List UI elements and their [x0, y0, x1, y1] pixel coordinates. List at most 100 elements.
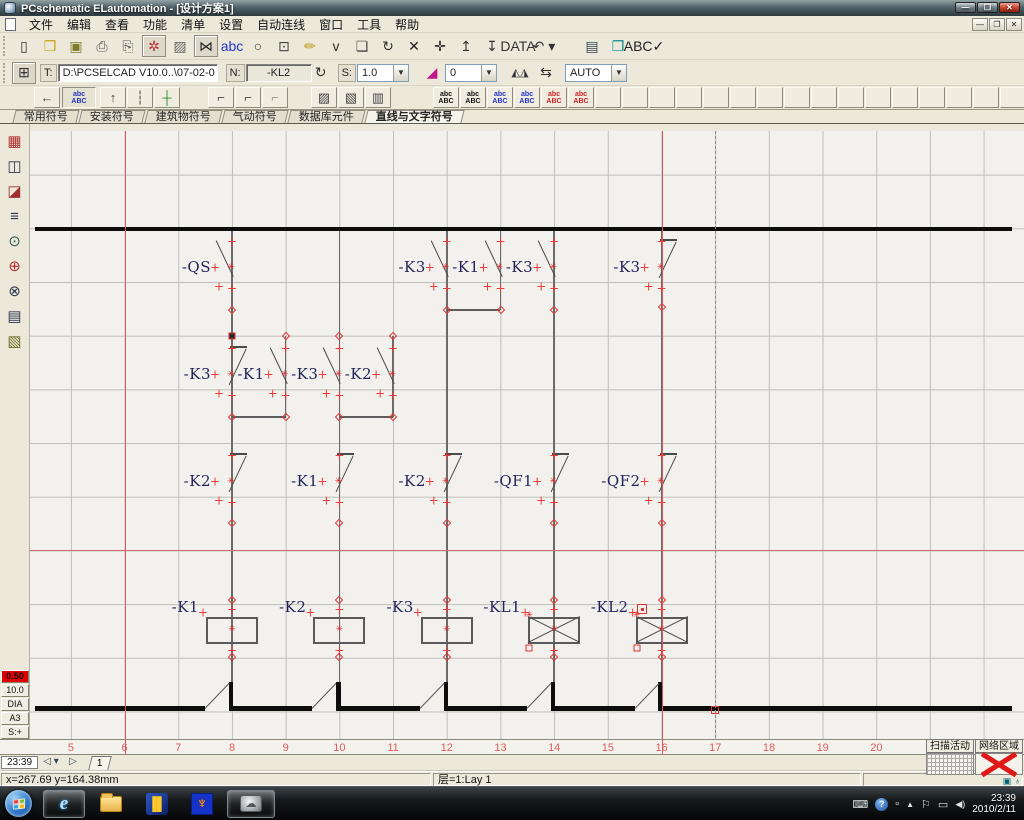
rotate-icon[interactable]: ↻: [376, 35, 400, 57]
auto-drop-icon[interactable]: ▼: [611, 65, 626, 81]
tray-clock[interactable]: 23:39 2010/2/11: [972, 793, 1016, 815]
palette-tab-3[interactable]: 建筑物符号: [144, 110, 222, 123]
window-stack-tray-icon[interactable]: ▫: [895, 798, 899, 810]
maximize-button[interactable]: ❐: [977, 2, 998, 13]
contact-label[interactable]: -K1: [291, 472, 318, 490]
palette-tab-6[interactable]: 直线与文字符号: [364, 110, 464, 123]
line-up-icon[interactable]: ↑: [100, 87, 126, 108]
text-red-2[interactable]: abcABC: [568, 87, 594, 108]
wire-mode-button[interactable]: ⋈: [194, 35, 218, 57]
data-icon[interactable]: DATA: [506, 35, 530, 57]
palette-empty-cell[interactable]: [811, 87, 837, 108]
menu-6[interactable]: 设置: [212, 17, 250, 33]
page-forward-button[interactable]: ▷: [64, 756, 82, 769]
palette-empty-cell[interactable]: [622, 87, 648, 108]
palette-empty-cell[interactable]: [595, 87, 621, 108]
palette-empty-cell[interactable]: [946, 87, 972, 108]
palette-empty-cell[interactable]: [649, 87, 675, 108]
contact-label[interactable]: -QS: [182, 258, 211, 276]
contact-label[interactable]: -K1: [452, 258, 479, 276]
menu-4[interactable]: 功能: [136, 17, 174, 33]
hatch-icon-1[interactable]: ▨: [311, 87, 337, 108]
menu-5[interactable]: 清单: [174, 17, 212, 33]
menu-1[interactable]: 文件: [22, 17, 60, 33]
palette-empty-cell[interactable]: [919, 87, 945, 108]
text-blue-1[interactable]: abcABC: [487, 87, 513, 108]
refresh-name-icon[interactable]: ↻: [313, 62, 329, 84]
schematic-canvas[interactable]: ++++✳-QS++++✳-K3++++✳-K1++++✳-K3++++✳-K3…: [30, 131, 1024, 739]
bottom-bus-line[interactable]: [553, 706, 634, 711]
mdi-close-button[interactable]: ✕: [1006, 18, 1022, 31]
text-red-1[interactable]: abcABC: [541, 87, 567, 108]
text-black-1[interactable]: abcABC: [433, 87, 459, 108]
unsnap-crosshair-icon[interactable]: ⊗: [3, 280, 26, 302]
pcschematic-taskbar-button[interactable]: ☁: [227, 790, 275, 818]
palette-empty-cell[interactable]: [973, 87, 999, 108]
action-center-tray-icon[interactable]: ⚐: [921, 798, 931, 811]
symbol-library-icon[interactable]: ◫: [3, 155, 26, 177]
auto-combo[interactable]: AUTO▼: [565, 64, 627, 82]
angle-combo[interactable]: 0▼: [445, 64, 497, 82]
coil-label[interactable]: -K3: [386, 598, 413, 616]
contact-label[interactable]: -K3: [184, 365, 211, 383]
close-button[interactable]: ✕: [999, 2, 1020, 13]
save-icon[interactable]: ▣: [64, 35, 88, 57]
symbol-help-icon[interactable]: ◪: [3, 180, 26, 202]
page-data-icon[interactable]: ▤: [3, 305, 26, 327]
mirror-icon[interactable]: ◭◮: [508, 62, 532, 84]
open-folder-icon[interactable]: ❒: [38, 35, 62, 57]
bottom-bus-line[interactable]: [35, 706, 205, 711]
spellcheck-icon[interactable]: ABC✓: [632, 35, 656, 57]
menu-2[interactable]: 编辑: [60, 17, 98, 33]
list-menu-icon[interactable]: ≡: [3, 205, 26, 227]
corner-icon-2[interactable]: ⌐: [235, 87, 261, 108]
palette-empty-cell[interactable]: [838, 87, 864, 108]
keyboard-tray-icon[interactable]: ⌨: [852, 798, 868, 811]
swap-icon[interactable]: ⇆: [534, 62, 558, 84]
save-small-icon[interactable]: ▣: [1003, 776, 1012, 787]
crosshair-icon[interactable]: ┼: [154, 87, 180, 108]
palette-empty-cell[interactable]: [730, 87, 756, 108]
print-icon[interactable]: ⎙: [90, 35, 114, 57]
line-dotted-icon[interactable]: ┆: [127, 87, 153, 108]
hatch-mode-icon[interactable]: ▨: [168, 35, 192, 57]
page-edit-icon[interactable]: ▧: [3, 330, 26, 352]
ie-taskbar-button[interactable]: e: [43, 790, 85, 818]
new-file-icon[interactable]: ▯: [12, 35, 36, 57]
palette-empty-cell[interactable]: [757, 87, 783, 108]
palette-tab-1[interactable]: 常用符号: [12, 110, 79, 123]
contact-label[interactable]: -K3: [506, 258, 533, 276]
hatch-icon-2[interactable]: ▧: [338, 87, 364, 108]
start-button[interactable]: [5, 790, 32, 817]
pin-up-icon[interactable]: ↥: [454, 35, 478, 57]
bus-switch-stub[interactable]: [229, 682, 234, 711]
text-style-button[interactable]: abcABC: [62, 87, 96, 108]
palette-empty-cell[interactable]: [892, 87, 918, 108]
marker-v-icon[interactable]: v: [324, 35, 348, 57]
bus-switch-stub[interactable]: [551, 682, 556, 711]
contact-label[interactable]: -K1: [237, 365, 264, 383]
contact-label[interactable]: -QF1: [494, 472, 533, 490]
text-mode-icon[interactable]: abc: [220, 35, 244, 57]
page-list-icon[interactable]: ▤: [580, 35, 604, 57]
net-area-tab[interactable]: 网络区域: [975, 739, 1023, 753]
corner-icon-3[interactable]: ⌐: [262, 87, 288, 108]
palette-empty-cell[interactable]: [703, 87, 729, 108]
contact-label[interactable]: -K2: [398, 472, 425, 490]
menu-3[interactable]: 查看: [98, 17, 136, 33]
palette-tab-5[interactable]: 数据库元件: [287, 110, 365, 123]
scan-thumbnail[interactable]: [926, 753, 974, 775]
menu-10[interactable]: 帮助: [388, 17, 426, 33]
coil-label[interactable]: -KL2: [591, 598, 629, 616]
contact-label[interactable]: -K3: [613, 258, 640, 276]
delete-icon[interactable]: ✕: [402, 35, 426, 57]
type-field[interactable]: D:\PCSELCAD V10.0..\07-02-0: [58, 64, 218, 82]
angle-drop-icon[interactable]: ▼: [481, 65, 496, 81]
page-back-button[interactable]: ◁ ▾: [42, 756, 60, 769]
scale-combo[interactable]: 1.0▼: [357, 64, 409, 82]
corner-icon-1[interactable]: ⌐: [208, 87, 234, 108]
connector-wire[interactable]: [232, 416, 286, 418]
coil-label[interactable]: -KL1: [483, 598, 521, 616]
symbol-mode-button[interactable]: ✲: [142, 35, 166, 57]
bottom-bus-line[interactable]: [231, 706, 312, 711]
